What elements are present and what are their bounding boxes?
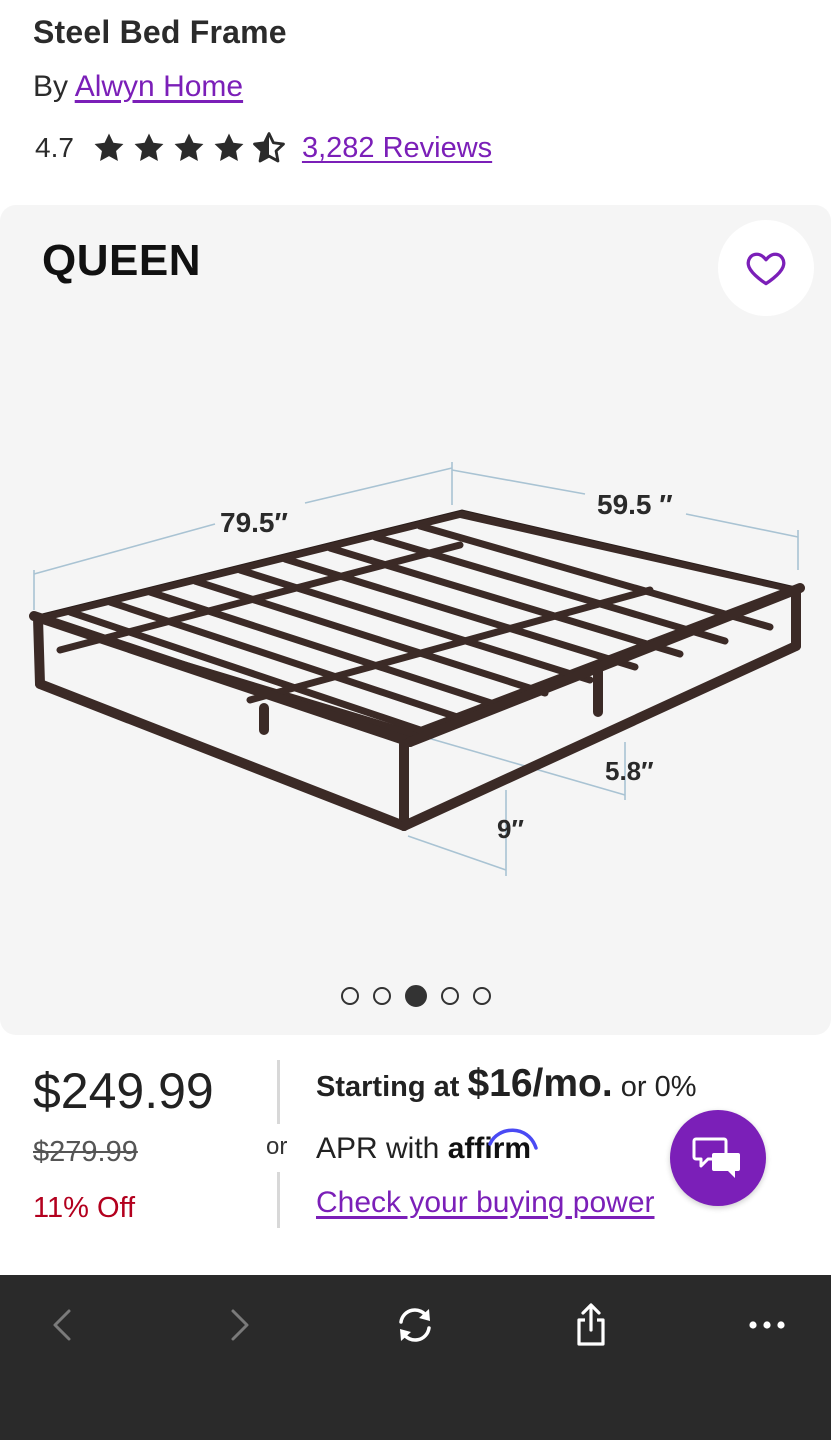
- browser-toolbar: [0, 1275, 831, 1440]
- financing-apr: APR with affirm: [316, 1128, 538, 1166]
- back-icon: [53, 1309, 71, 1341]
- divider: [277, 1172, 280, 1228]
- width-dimension: 59.5 ″: [597, 489, 673, 520]
- size-label: QUEEN: [42, 236, 201, 285]
- heart-icon: [746, 252, 786, 286]
- pagination-dot[interactable]: [473, 987, 491, 1005]
- brand-byline: By Alwyn Home: [33, 70, 243, 104]
- forward-button[interactable]: [210, 1295, 270, 1355]
- rating-value: 4.7: [35, 132, 74, 163]
- back-button[interactable]: [32, 1295, 92, 1355]
- star-icon: [214, 133, 244, 162]
- length-dimension: 79.5″: [220, 507, 288, 538]
- reviews-link[interactable]: 3,282 Reviews: [302, 132, 492, 165]
- divider: [277, 1060, 280, 1124]
- chat-bubbles-icon: [692, 1137, 740, 1178]
- forward-icon: [231, 1309, 249, 1341]
- or-label: or: [266, 1133, 288, 1160]
- chat-button[interactable]: [670, 1110, 766, 1206]
- pagination-dot[interactable]: [441, 987, 459, 1005]
- reload-button[interactable]: [385, 1295, 445, 1355]
- share-button[interactable]: [561, 1295, 621, 1355]
- apr-text: APR with: [316, 1132, 440, 1165]
- more-icon: [749, 1321, 785, 1329]
- half-star-icon: [253, 132, 285, 163]
- pagination-dot-active[interactable]: [405, 985, 427, 1007]
- star-icon: [174, 133, 204, 162]
- financing-offer: Starting at $16/mo. or 0%: [316, 1062, 697, 1106]
- product-title: Steel Bed Frame: [33, 14, 287, 50]
- height-dimension: 9″: [497, 814, 524, 844]
- financing-suffix: or 0%: [620, 1071, 697, 1103]
- current-price: $249.99: [33, 1063, 214, 1119]
- brand-link[interactable]: Alwyn Home: [75, 70, 243, 103]
- star-icon: [94, 133, 124, 162]
- financing-amount: $16/mo.: [467, 1062, 613, 1105]
- clearance-dimension: 5.8″: [605, 756, 654, 786]
- image-pagination: [341, 985, 491, 1007]
- favorite-button[interactable]: [718, 220, 814, 316]
- affirm-logo: affirm: [448, 1128, 538, 1165]
- star-rating: [92, 131, 286, 165]
- financing-prefix: Starting at: [316, 1071, 460, 1103]
- affirm-arc-icon: [487, 1128, 538, 1150]
- bed-frame-image: 79.5″ 59.5 ″ 5.8″ 9″: [29, 462, 805, 876]
- share-icon: [577, 1303, 605, 1346]
- pagination-dot[interactable]: [373, 987, 391, 1005]
- buying-power-link[interactable]: Check your buying power: [316, 1186, 655, 1220]
- by-label: By: [33, 70, 69, 103]
- pagination-dot[interactable]: [341, 987, 359, 1005]
- discount-label: 11% Off: [33, 1192, 136, 1224]
- original-price: $279.99: [33, 1136, 138, 1168]
- star-icon: [134, 133, 164, 162]
- rating-row: 4.7 3,282 Reviews: [35, 128, 492, 168]
- reload-icon: [399, 1308, 431, 1342]
- more-button[interactable]: [737, 1295, 797, 1355]
